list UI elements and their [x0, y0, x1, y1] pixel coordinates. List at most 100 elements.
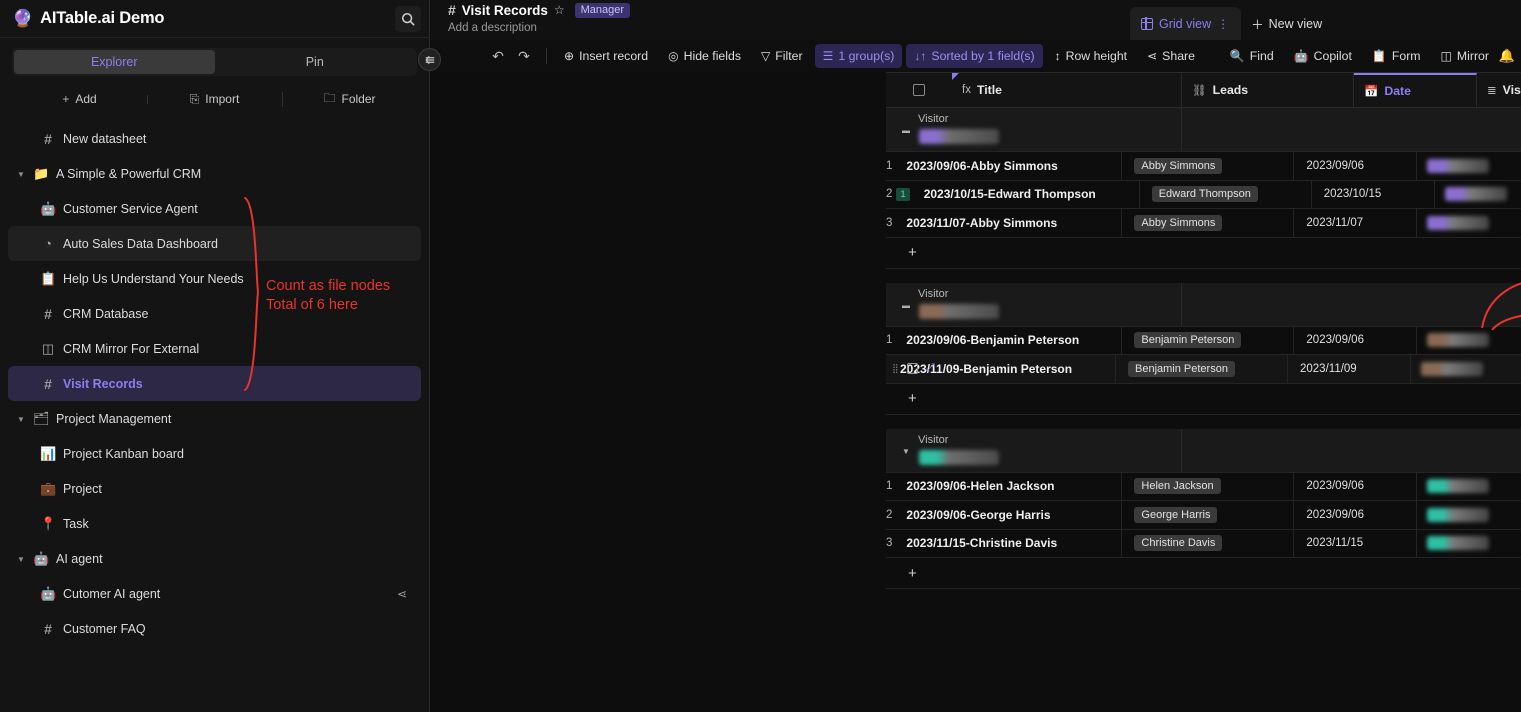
table-row[interactable]: 1 2023/09/06-Helen Jackson Helen Jackson 20…	[886, 472, 1521, 501]
add-record-button[interactable]: +	[886, 558, 1521, 589]
sidebar-item-a-simple-powerful-crm[interactable]: ▼ 📁 A Simple & Powerful CRM	[8, 156, 421, 191]
cell-title[interactable]: 2023/11/07-Abby Simmons	[892, 209, 1123, 237]
cell-date[interactable]: 2023/10/15	[1312, 180, 1435, 208]
cell-title[interactable]: 2023/09/06-Abby Simmons	[892, 152, 1123, 180]
row-gutter[interactable]: 1	[886, 473, 892, 501]
folder-button[interactable]: 🗀 Folder	[282, 89, 417, 110]
cell-leads[interactable]: Helen Jackson	[1122, 472, 1295, 500]
sidebar-item-crm-mirror-for-external[interactable]: ◫ CRM Mirror For External	[8, 331, 421, 366]
group-collapse-icon[interactable]: ▬	[902, 301, 910, 310]
sidebar-item-project[interactable]: 💼 Project	[8, 471, 421, 506]
toolbar-form-button[interactable]: 📋 Form	[1364, 44, 1429, 68]
cell-leads[interactable]: Edward Thompson	[1140, 180, 1312, 208]
cell-visitor[interactable]	[1417, 501, 1521, 529]
toolbar-copilot-button[interactable]: 🤖 Copilot	[1286, 44, 1360, 68]
cell-title[interactable]: 2023/11/15-Christine Davis	[892, 529, 1123, 557]
column-header-date[interactable]: 📅 Date	[1354, 73, 1477, 107]
sidebar-item-ai-agent[interactable]: ▼ 🤖 AI agent	[8, 541, 421, 576]
description-placeholder[interactable]: Add a description	[448, 22, 537, 34]
cell-title[interactable]: 2023/09/06-Benjamin Peterson	[892, 326, 1123, 354]
add-record-button[interactable]: +	[886, 384, 1521, 415]
row-gutter[interactable]: 1	[886, 152, 892, 180]
cell-leads[interactable]: Abby Simmons	[1122, 152, 1295, 180]
sidebar-item-cutomer-ai-agent[interactable]: 🤖 Cutomer AI agent ⋖	[8, 576, 421, 611]
cell-date[interactable]: 2023/11/15	[1294, 529, 1418, 557]
group-header[interactable]: ▬ Visitor	[886, 282, 1521, 327]
sidebar-item-customer-service-agent[interactable]: 🤖 Customer Service Agent	[8, 191, 421, 226]
column-header-visitor[interactable]: ≣ Visitor	[1477, 73, 1521, 107]
sidebar-item-task[interactable]: 📍 Task	[8, 506, 421, 541]
row-drag-handle[interactable]: ⣿	[892, 363, 899, 374]
table-row[interactable]: 3 2023/11/15-Christine Davis Christine Dav…	[886, 529, 1521, 558]
column-header-leads[interactable]: ⛓ Leads	[1182, 73, 1354, 107]
sidebar-item-auto-sales-data-dashboard[interactable]: ◔ Auto Sales Data Dashboard	[8, 226, 421, 261]
add-button[interactable]: + Add	[12, 92, 147, 106]
cell-date[interactable]: 2023/11/09	[1288, 355, 1411, 383]
group-header[interactable]: ▼ Visitor	[886, 428, 1521, 473]
cell-title[interactable]: 2023/09/06-Helen Jackson	[892, 472, 1123, 500]
table-row[interactable]: 2 2023/09/06-George Harris George Harris 20…	[886, 501, 1521, 530]
cell-visitor[interactable]	[1417, 152, 1521, 180]
search-icon[interactable]	[395, 5, 421, 32]
tab-explorer[interactable]: Explorer	[14, 50, 215, 74]
toolbar-row-height-button[interactable]: ↕ Row height	[1047, 44, 1136, 68]
share-icon[interactable]: ⋖	[397, 587, 407, 601]
tab-grid-view[interactable]: Grid view ⋮	[1130, 7, 1242, 40]
cell-date[interactable]: 2023/09/06	[1294, 152, 1418, 180]
table-row[interactable]: 3 2023/11/07-Abby Simmons Abby Simmons 2023…	[886, 209, 1521, 238]
undo-button[interactable]: ↶	[485, 44, 511, 68]
sidebar-item-project-kanban-board[interactable]: 📊 Project Kanban board	[8, 436, 421, 471]
toolbar-hide-fields-button[interactable]: ◎ Hide fields	[660, 44, 749, 68]
add-record-button[interactable]: +	[886, 238, 1521, 269]
sidebar-item-visit-records[interactable]: # Visit Records	[8, 366, 421, 401]
sidebar-item-customer-faq[interactable]: # Customer FAQ	[8, 611, 421, 646]
group-collapse-icon[interactable]: ▼	[902, 447, 910, 456]
table-row[interactable]: 1 2023/09/06-Abby Simmons Abby Simmons 2023…	[886, 152, 1521, 181]
column-header-title[interactable]: fx Title	[952, 73, 1182, 107]
select-all-header[interactable]	[886, 72, 952, 108]
cell-leads[interactable]: Christine Davis	[1122, 529, 1295, 557]
toolbar-filter-button[interactable]: ▽ Filter	[753, 44, 811, 68]
cell-visitor[interactable]	[1417, 473, 1521, 501]
cell-visitor[interactable]	[1435, 181, 1521, 209]
chevron-down-icon[interactable]: ▼	[16, 170, 26, 179]
row-gutter[interactable]: 3	[886, 530, 892, 558]
bell-icon[interactable]: 🔔	[1497, 44, 1517, 68]
cell-date[interactable]: 2023/11/07	[1294, 209, 1418, 237]
row-checkbox[interactable]	[907, 363, 918, 375]
group-header[interactable]: ▬ Visitor	[886, 108, 1521, 152]
group-collapse-icon[interactable]: ▬	[902, 126, 910, 135]
chevron-down-icon[interactable]: ▼	[16, 555, 26, 564]
toolbar-1-group-s-button[interactable]: ☰ 1 group(s)	[814, 44, 903, 68]
toolbar-find-button[interactable]: 🔍 Find	[1222, 44, 1282, 68]
cell-title[interactable]: 2023/11/09-Benjamin Peterson	[886, 355, 1116, 383]
cell-date[interactable]: 2023/09/06	[1294, 501, 1418, 529]
toolbar-mirror-button[interactable]: ◫ Mirror	[1433, 44, 1497, 68]
cell-date[interactable]: 2023/09/06	[1294, 326, 1418, 354]
toolbar-sorted-by-1-field-s-button[interactable]: ↓↑ Sorted by 1 field(s)	[906, 44, 1043, 68]
cell-visitor[interactable]	[1417, 327, 1521, 355]
sidebar-item-project-management[interactable]: ▼ 🗂 Project Management	[8, 401, 421, 436]
chevron-down-icon[interactable]: ▼	[16, 415, 26, 424]
expand-record-icon[interactable]: ⤢	[926, 362, 935, 375]
star-icon[interactable]: ☆	[554, 3, 565, 17]
view-more-icon[interactable]: ⋮	[1217, 17, 1230, 31]
row-gutter[interactable]: 3	[886, 209, 892, 237]
cell-visitor[interactable]	[1417, 530, 1521, 558]
table-row[interactable]: 2 1 2023/10/15-Edward Thompson Edward Thomp…	[886, 180, 1521, 209]
cell-leads[interactable]: Abby Simmons	[1122, 209, 1295, 237]
sidebar-item-new-datasheet[interactable]: # New datasheet	[8, 121, 421, 156]
cell-leads[interactable]: Benjamin Peterson	[1122, 326, 1295, 354]
toolbar-insert-record-button[interactable]: ⊕ Insert record	[556, 44, 656, 68]
cell-leads[interactable]: George Harris	[1122, 501, 1295, 529]
cell-visitor[interactable]	[1417, 209, 1521, 237]
select-all-checkbox[interactable]	[913, 84, 925, 96]
tab-pin[interactable]: Pin	[215, 50, 416, 74]
row-gutter[interactable]: 1	[886, 327, 892, 355]
cell-leads[interactable]: Benjamin Peterson	[1116, 355, 1288, 383]
table-row[interactable]: ⣿ ⤢ 2023/11/09-Benjamin Peterson Benjamin P…	[886, 355, 1521, 384]
cell-date[interactable]: 2023/09/06	[1294, 472, 1418, 500]
cell-visitor[interactable]	[1411, 355, 1521, 383]
row-gutter[interactable]: 2	[886, 501, 892, 529]
import-button[interactable]: ⎘ Import	[147, 92, 282, 107]
